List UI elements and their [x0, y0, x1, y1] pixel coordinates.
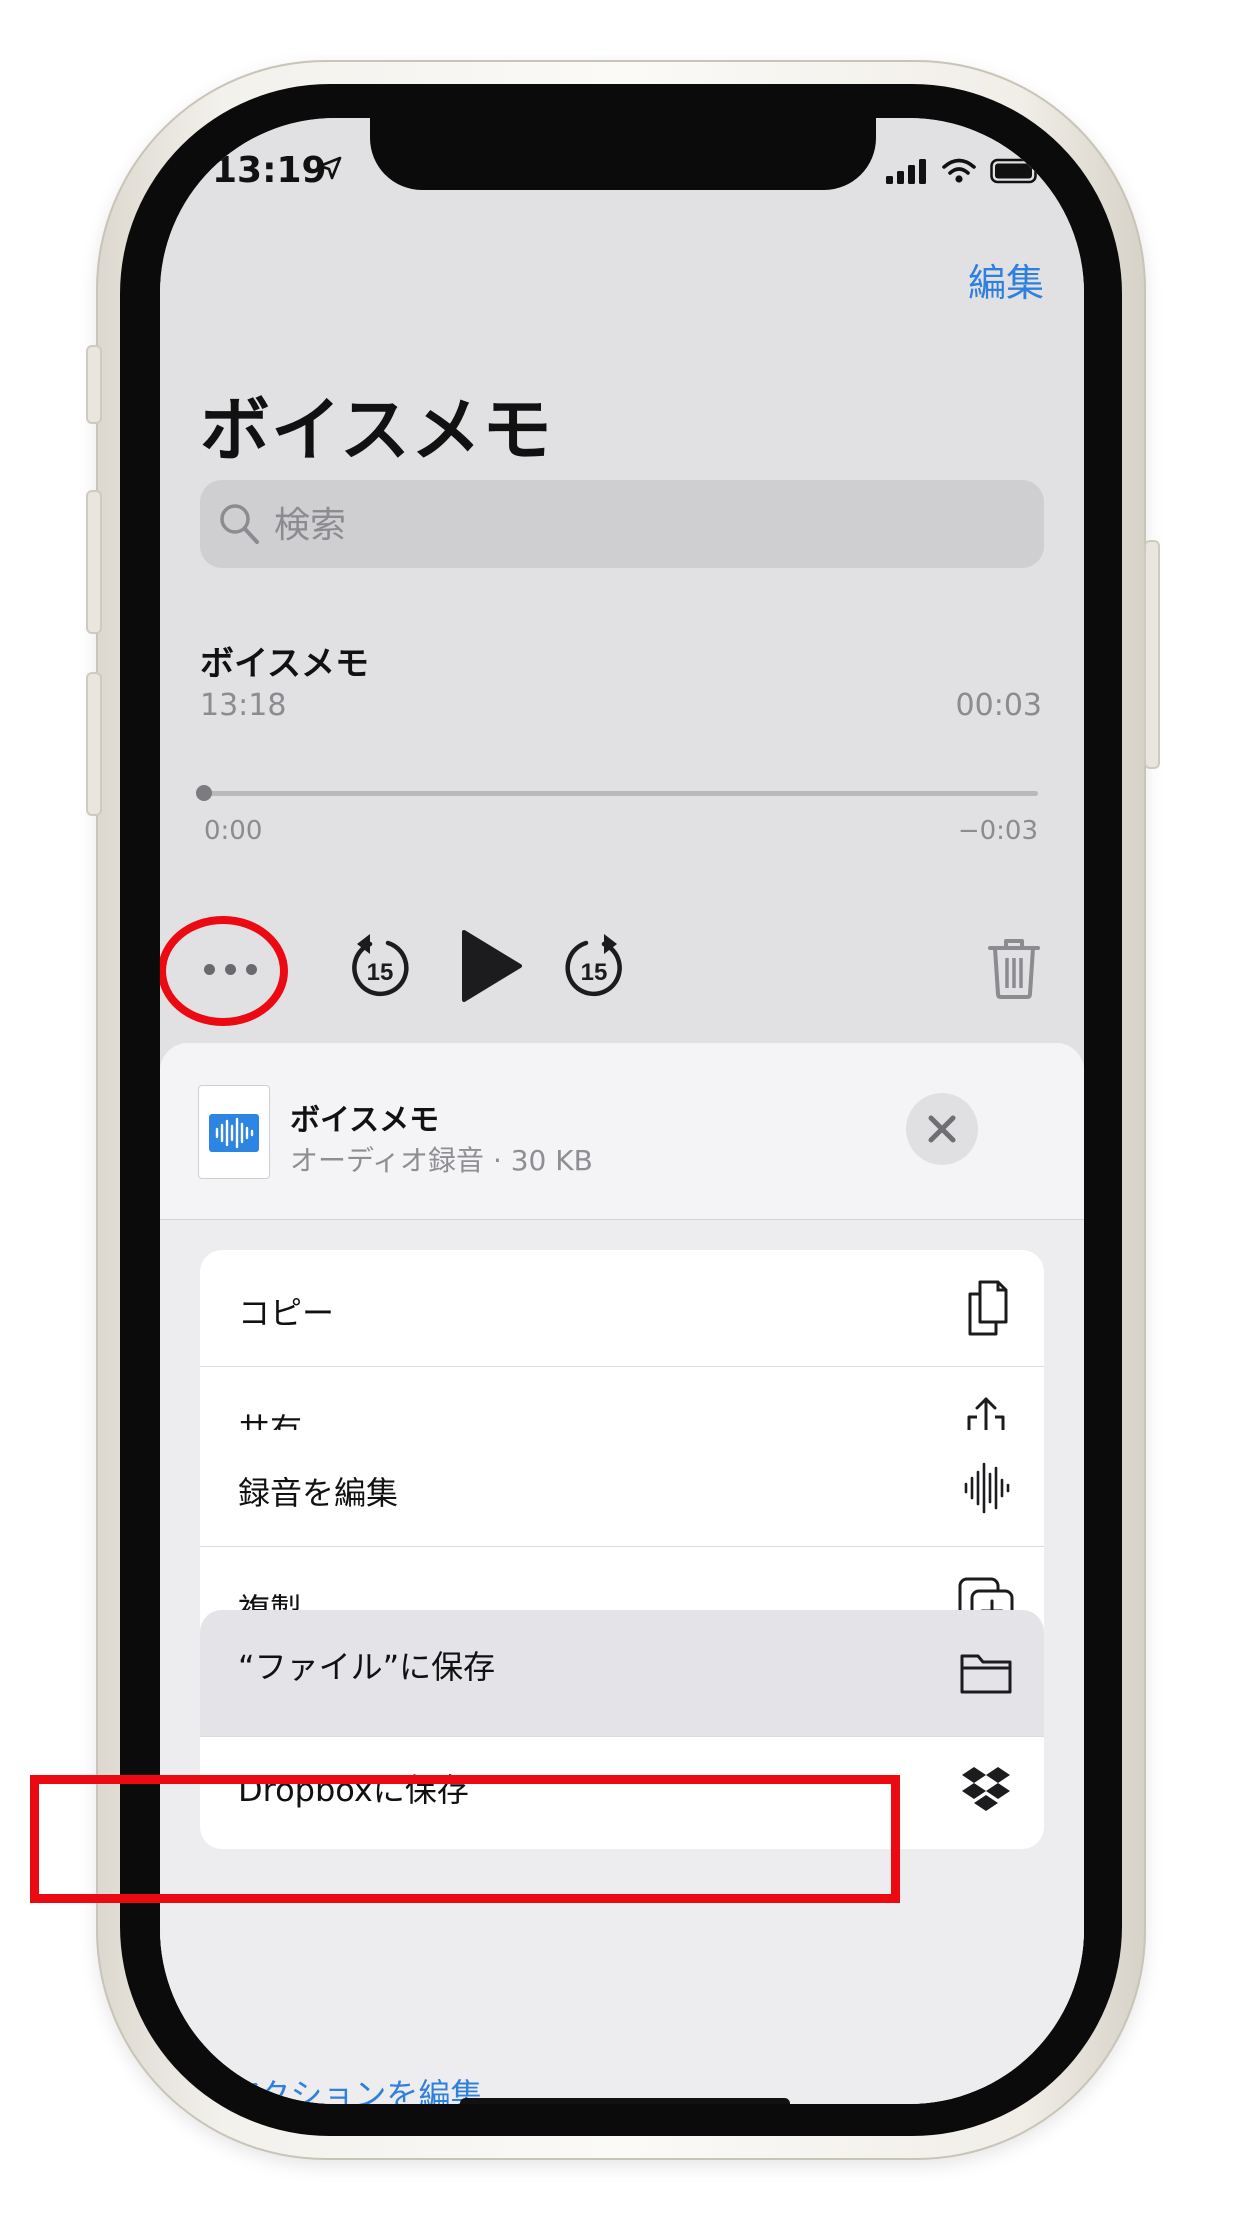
audio-file-icon [198, 1085, 270, 1179]
location-arrow-icon [318, 156, 342, 180]
recording-title[interactable]: ボイスメモ [200, 636, 369, 685]
action-edit-recording[interactable]: 録音を編集 [200, 1430, 1044, 1547]
action-label: コピー [238, 1294, 335, 1332]
scrubber-handle[interactable] [196, 785, 212, 801]
share-sheet: ボイスメモ オーディオ録音 · 30 KB コピー 共有 [160, 1043, 1084, 2104]
edit-button[interactable]: 編集 [968, 252, 1044, 307]
wifi-icon [942, 158, 976, 183]
action-save-to-dropbox[interactable]: Dropboxに保存 [200, 1737, 1044, 1849]
copy-icon [968, 1280, 1008, 1336]
power-button [1144, 540, 1160, 769]
annotation-circle [160, 916, 288, 1026]
close-icon [928, 1115, 956, 1143]
playback-scrubber[interactable] [204, 791, 1038, 796]
delete-button[interactable] [986, 936, 1042, 1000]
volume-up-button [86, 490, 102, 634]
recording-duration: 00:03 [955, 688, 1042, 723]
trash-icon [988, 939, 1040, 999]
silent-switch [86, 345, 102, 424]
elapsed-time: 0:00 [204, 816, 263, 846]
status-time: 13:19 [212, 150, 327, 191]
skip-forward-button[interactable]: 15 [562, 930, 626, 1000]
search-icon [220, 504, 259, 544]
action-label: “ファイル”に保存 [238, 1648, 496, 1686]
phone-screen: 13:19 編集 ボイスメモ 検索 ボイスメモ 13:18 00:03 0:00… [160, 118, 1084, 2104]
skip-back-button[interactable]: 15 [348, 930, 412, 1000]
skip-back-seconds: 15 [367, 959, 394, 986]
folder-icon [960, 1654, 1012, 1694]
skip-forward-15-icon: 15 [565, 934, 622, 997]
share-sheet-header: ボイスメモ オーディオ録音 · 30 KB [160, 1043, 1084, 1220]
file-name: ボイスメモ [290, 1103, 440, 1138]
cellular-signal-icon [886, 159, 926, 184]
close-button[interactable] [906, 1093, 978, 1165]
action-copy[interactable]: コピー [200, 1250, 1044, 1367]
waveform-thumbnail [209, 1114, 259, 1152]
volume-down-button [86, 672, 102, 816]
search-bar[interactable] [200, 480, 1044, 568]
recording-date: 13:18 [200, 688, 287, 723]
action-group-3: “ファイル”に保存 Dropboxに保存 [200, 1610, 1044, 1849]
action-label: 録音を編集 [238, 1474, 399, 1512]
remaining-time: −0:03 [957, 816, 1038, 846]
status-icons [886, 158, 1044, 184]
notch [370, 118, 876, 190]
home-indicator[interactable] [460, 2098, 790, 2104]
skip-forward-seconds: 15 [581, 959, 608, 986]
search-input[interactable] [272, 496, 1016, 554]
waveform-icon [964, 1462, 1010, 1514]
skip-back-15-icon: 15 [352, 934, 409, 997]
file-meta: オーディオ録音 · 30 KB [290, 1144, 593, 1177]
dropbox-icon [962, 1767, 1010, 1811]
page-title: ボイスメモ [200, 389, 553, 471]
battery-icon [990, 158, 1042, 184]
play-icon [462, 930, 522, 1002]
action-label: Dropboxに保存 [238, 1771, 469, 1809]
play-button[interactable] [456, 928, 526, 1004]
action-save-to-files[interactable]: “ファイル”に保存 [200, 1610, 1044, 1737]
